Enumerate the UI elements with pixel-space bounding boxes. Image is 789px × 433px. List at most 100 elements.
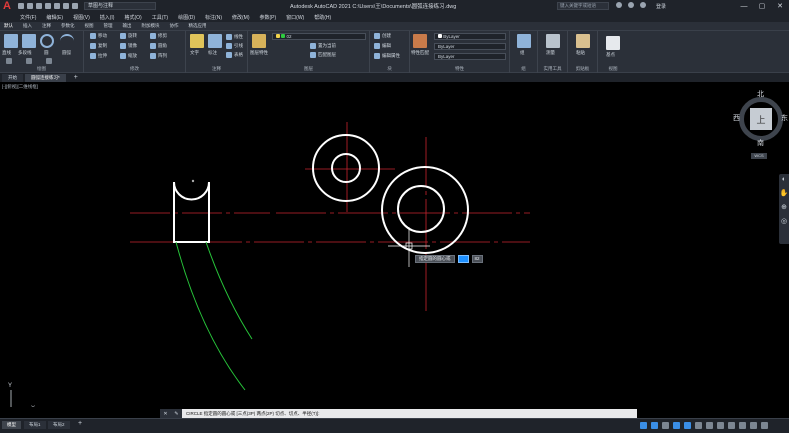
stretch-button[interactable]: 拉伸 — [90, 53, 107, 59]
tab-manage[interactable]: 管理 — [104, 23, 113, 29]
menu-window[interactable]: 窗口(W) — [286, 14, 304, 21]
linear-button[interactable]: 线性 — [226, 34, 243, 40]
array-button[interactable]: 阵列 — [150, 53, 167, 59]
tab-collaborate[interactable]: 协作 — [170, 23, 179, 29]
tab-default[interactable]: 默认 — [4, 23, 13, 29]
search-icon[interactable] — [616, 2, 622, 8]
app-menu-button[interactable]: A — [0, 0, 14, 12]
text-button[interactable]: 文字 — [190, 50, 199, 56]
create-block-button[interactable]: 创建 — [374, 33, 391, 39]
mirror-button[interactable]: 镜像 — [120, 43, 137, 49]
edit-block-button[interactable]: 编辑 — [374, 43, 391, 49]
paste-icon[interactable] — [576, 34, 590, 48]
paste-button[interactable]: 粘贴 — [576, 50, 585, 56]
workspace-dropdown[interactable]: 草图与注释 — [84, 2, 156, 10]
lineweight-dropdown[interactable]: ByLayer — [434, 53, 506, 60]
rotate-button[interactable]: 旋转 — [120, 33, 137, 39]
compass-south[interactable]: 南 — [757, 138, 764, 148]
tab-featured[interactable]: 精选应用 — [189, 23, 207, 29]
isolate-icon[interactable] — [739, 422, 746, 429]
save-icon[interactable] — [36, 3, 42, 9]
compass-west[interactable]: 西 — [733, 113, 740, 123]
menu-insert[interactable]: 插入(I) — [100, 14, 115, 21]
otrack-icon[interactable] — [695, 422, 702, 429]
tab-annotate[interactable]: 注释 — [42, 23, 51, 29]
line-icon[interactable] — [4, 34, 18, 48]
tab-addins[interactable]: 附加模块 — [142, 23, 160, 29]
menu-help[interactable]: 帮助(H) — [314, 14, 331, 21]
polyline-button[interactable]: 多段线 — [18, 50, 32, 56]
polar-icon[interactable] — [673, 422, 680, 429]
hatch-icon[interactable] — [26, 58, 32, 64]
color-dropdown[interactable]: ByLayer — [434, 33, 506, 40]
base-view-icon[interactable] — [606, 36, 620, 50]
viewcube[interactable]: 上 北 南 东 西 — [733, 91, 789, 149]
file-tab-drawing[interactable]: 圆弧连接练习* — [25, 74, 66, 82]
compass-east[interactable]: 东 — [781, 113, 788, 123]
arc-icon[interactable] — [60, 34, 74, 48]
menu-tools[interactable]: 工具(T) — [152, 14, 168, 21]
menu-draw[interactable]: 绘图(D) — [178, 14, 195, 21]
command-line[interactable]: ✕ ✎ CIRCLE 指定圆的圆心或 [三点(3P) 两点(2P) 切点、切点、… — [160, 409, 637, 418]
menu-parametric[interactable]: 参数(P) — [260, 14, 277, 21]
group-icon[interactable] — [517, 34, 531, 48]
osnap-icon[interactable] — [684, 422, 691, 429]
fullscreen-icon[interactable] — [750, 422, 757, 429]
menu-dimension[interactable]: 标注(N) — [205, 14, 222, 21]
minimize-button[interactable]: — — [735, 0, 753, 12]
compass-north[interactable]: 北 — [757, 89, 764, 99]
customize-status-icon[interactable] — [761, 422, 768, 429]
menu-view[interactable]: 视图(V) — [73, 14, 90, 21]
rectangle-icon[interactable] — [6, 58, 12, 64]
close-button[interactable]: ✕ — [771, 0, 789, 12]
menu-modify[interactable]: 修改(M) — [232, 14, 250, 21]
sign-in-link[interactable]: 登录 — [656, 3, 666, 10]
undo-icon[interactable] — [63, 3, 69, 9]
dimension-icon[interactable] — [208, 34, 222, 48]
close-command-icon[interactable]: ✕ — [163, 411, 167, 417]
dynamic-input-value[interactable]: 82 — [471, 255, 483, 263]
file-tab-start[interactable]: 开始 — [2, 74, 23, 82]
drawing-canvas[interactable]: [-][俯视][二维线框] Y — [0, 82, 789, 407]
pan-icon[interactable]: ✋ — [779, 188, 789, 198]
scale-button[interactable]: 缩放 — [120, 53, 137, 59]
zoom-icon[interactable]: ⊕ — [779, 202, 789, 212]
linetype-dropdown[interactable]: ByLayer — [434, 43, 506, 50]
ellipse-icon[interactable] — [46, 58, 52, 64]
circle-button[interactable]: 圆 — [44, 50, 49, 56]
new-icon[interactable] — [18, 3, 24, 9]
orbit-icon[interactable]: ◎ — [779, 216, 789, 226]
viewcube-top-face[interactable]: 上 — [750, 108, 772, 130]
cart-icon[interactable] — [640, 2, 646, 8]
circle-icon[interactable] — [40, 34, 54, 48]
user-icon[interactable] — [628, 2, 634, 8]
match-layer-button[interactable]: 匹配图层 — [310, 52, 336, 58]
snap-icon[interactable] — [651, 422, 658, 429]
tab-model[interactable]: 模型 — [2, 421, 21, 429]
text-icon[interactable] — [190, 34, 204, 48]
tab-parametric[interactable]: 参数化 — [61, 23, 75, 29]
menu-file[interactable]: 文件(F) — [20, 14, 36, 21]
measure-icon[interactable] — [546, 34, 560, 48]
match-properties-icon[interactable] — [413, 34, 427, 48]
tab-output[interactable]: 输出 — [123, 23, 132, 29]
print-icon[interactable] — [54, 3, 60, 9]
command-line-text[interactable]: CIRCLE 指定圆的圆心或 [三点(3P) 两点(2P) 切点、切点、半径(T… — [182, 411, 320, 417]
menu-edit[interactable]: 编辑(E) — [46, 14, 63, 21]
tab-layout2[interactable]: 布局2 — [48, 421, 70, 429]
set-current-button[interactable]: 置为当前 — [310, 43, 336, 49]
arc-button[interactable]: 圆弧 — [62, 50, 71, 56]
edit-attribute-button[interactable]: 编辑属性 — [374, 53, 400, 59]
trim-button[interactable]: 修剪 — [150, 33, 167, 39]
layer-properties-icon[interactable] — [252, 34, 266, 48]
layer-dropdown[interactable]: 02 — [272, 33, 366, 40]
layer-properties-button[interactable]: 图层特性 — [250, 50, 268, 56]
search-input[interactable]: 键入关键字或短语 — [557, 2, 609, 10]
leader-button[interactable]: 引线 — [226, 43, 243, 49]
ortho-icon[interactable] — [662, 422, 669, 429]
line-button[interactable]: 直线 — [2, 50, 11, 56]
table-button[interactable]: 表格 — [226, 52, 243, 58]
match-properties-button[interactable]: 特性匹配 — [411, 50, 429, 56]
open-icon[interactable] — [27, 3, 33, 9]
tab-insert[interactable]: 插入 — [23, 23, 32, 29]
